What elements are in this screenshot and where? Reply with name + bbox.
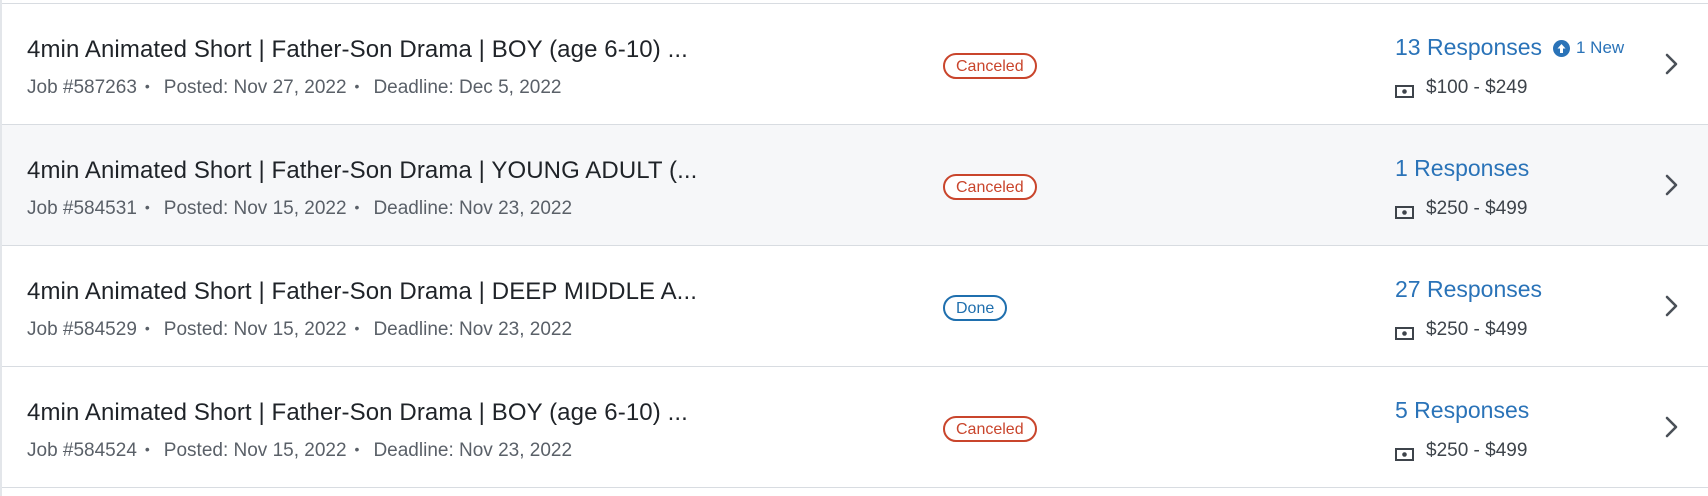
job-title[interactable]: 4min Animated Short | Father-Son Drama |…: [27, 36, 688, 64]
separator-dot: •: [354, 320, 360, 336]
separator-dot: •: [354, 441, 360, 457]
separator-dot: •: [144, 320, 150, 336]
job-row[interactable]: 4min Animated Short | Father-Son Drama |…: [2, 367, 1708, 488]
job-deadline: Deadline: Nov 23, 2022: [373, 319, 573, 340]
status-badge: Done: [943, 295, 1008, 321]
budget-range: $250 - $499: [1395, 440, 1527, 462]
cash-icon: [1395, 324, 1414, 340]
cash-icon: [1395, 203, 1414, 219]
budget-label: $100 - $249: [1426, 77, 1528, 98]
job-number: Job #584531: [27, 198, 137, 219]
new-responses-label: 1 New: [1576, 38, 1625, 57]
separator-dot: •: [144, 199, 150, 215]
responses-link[interactable]: 27 Responses: [1395, 276, 1542, 303]
budget-range: $250 - $499: [1395, 319, 1527, 341]
chevron-right-icon[interactable]: [1662, 51, 1682, 77]
budget-label: $250 - $499: [1426, 198, 1528, 219]
chevron-right-icon[interactable]: [1662, 293, 1682, 319]
status-badge: Canceled: [943, 53, 1037, 79]
separator-dot: •: [144, 78, 150, 94]
job-title[interactable]: 4min Animated Short | Father-Son Drama |…: [27, 399, 688, 427]
responses-link[interactable]: 5 Responses: [1395, 397, 1529, 424]
chevron-right-icon[interactable]: [1662, 414, 1682, 440]
cash-icon: [1395, 82, 1414, 98]
separator-dot: •: [354, 78, 360, 94]
job-posted-date: Posted: Nov 15, 2022: [163, 440, 347, 461]
job-number: Job #584524: [27, 440, 137, 461]
job-deadline: Deadline: Nov 23, 2022: [373, 198, 573, 219]
status-badge: Canceled: [943, 174, 1037, 200]
new-responses-badge[interactable]: 1 New: [1553, 38, 1624, 58]
budget-label: $250 - $499: [1426, 319, 1528, 340]
budget-range: $100 - $249: [1395, 77, 1527, 99]
job-row[interactable]: 4min Animated Short | Father-Son Drama |…: [2, 246, 1708, 367]
job-posted-date: Posted: Nov 27, 2022: [163, 77, 347, 98]
job-title[interactable]: 4min Animated Short | Father-Son Drama |…: [27, 157, 697, 185]
job-meta: Job #584524 • Posted: Nov 15, 2022 • Deadlin…: [27, 440, 572, 462]
job-meta: Job #584529 • Posted: Nov 15, 2022 • Deadlin…: [27, 319, 572, 341]
arrow-up-circle-icon: [1553, 39, 1570, 57]
job-list: 4min Animated Short | Father-Son Drama |…: [0, 0, 1708, 496]
job-row[interactable]: 4min Animated Short | Father-Son Drama |…: [2, 4, 1708, 125]
job-meta: Job #584531 • Posted: Nov 15, 2022 • Deadlin…: [27, 198, 572, 220]
job-row[interactable]: 4min Animated Short | Father-Son Drama |…: [2, 125, 1708, 246]
budget-label: $250 - $499: [1426, 440, 1528, 461]
job-number: Job #587263: [27, 77, 137, 98]
status-badge: Canceled: [943, 416, 1037, 442]
job-posted-date: Posted: Nov 15, 2022: [163, 319, 347, 340]
responses-link[interactable]: 1 Responses: [1395, 155, 1529, 182]
responses-link[interactable]: 13 Responses: [1395, 34, 1542, 61]
job-number: Job #584529: [27, 319, 137, 340]
separator-dot: •: [354, 199, 360, 215]
job-title[interactable]: 4min Animated Short | Father-Son Drama |…: [27, 278, 697, 306]
job-posted-date: Posted: Nov 15, 2022: [163, 198, 347, 219]
job-meta: Job #587263 • Posted: Nov 27, 2022 • Deadlin…: [27, 77, 561, 99]
job-deadline: Deadline: Dec 5, 2022: [373, 77, 562, 98]
separator-dot: •: [144, 441, 150, 457]
budget-range: $250 - $499: [1395, 198, 1527, 220]
job-deadline: Deadline: Nov 23, 2022: [373, 440, 573, 461]
cash-icon: [1395, 445, 1414, 461]
chevron-right-icon[interactable]: [1662, 172, 1682, 198]
